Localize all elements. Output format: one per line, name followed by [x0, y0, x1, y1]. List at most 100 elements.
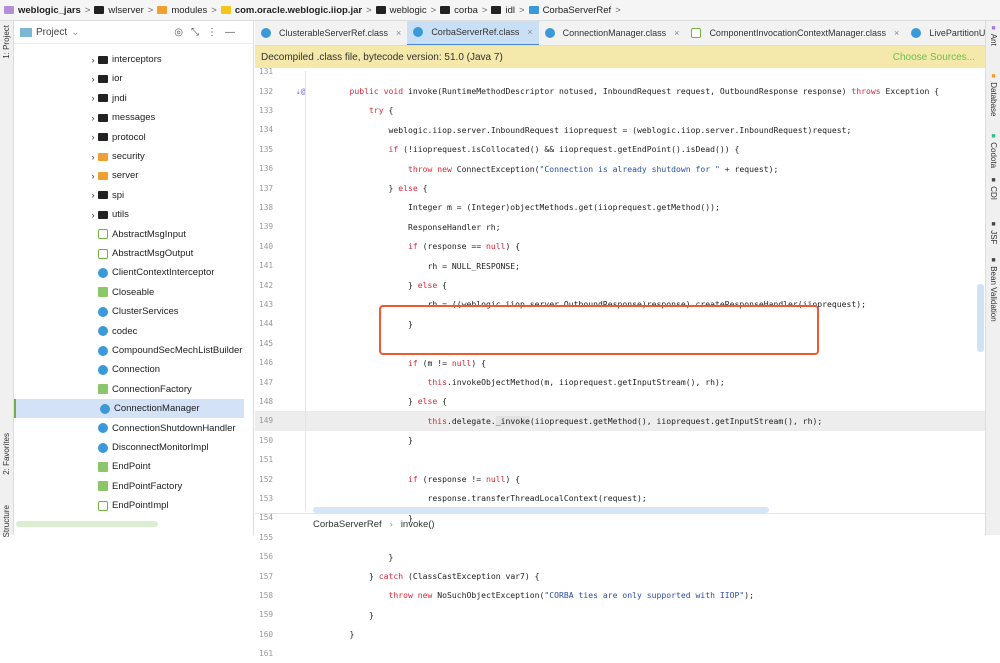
code-token: ) { — [505, 474, 521, 485]
tree-item[interactable]: ClusterServices — [14, 302, 244, 321]
cdi-icon: ■ — [990, 177, 997, 184]
breadcrumb-item[interactable]: CorbaServerRef — [528, 5, 611, 16]
project-horizontal-scrollbar[interactable] — [16, 521, 158, 527]
chevron-right-icon[interactable]: › — [88, 74, 98, 84]
editor-horizontal-scrollbar[interactable] — [313, 507, 769, 513]
favorites-tool-button[interactable]: 2: Favorites — [2, 433, 11, 475]
chevron-right-icon[interactable]: › — [88, 190, 98, 200]
breadcrumb-item[interactable]: weblogic_jars — [4, 5, 81, 16]
tree-item[interactable]: › server — [14, 166, 244, 185]
editor-tab[interactable]: ConnectionManager.class × — [539, 21, 686, 45]
code-line: 149 this.delegate._invoke(iioprequest.ge… — [255, 411, 985, 431]
editor-vertical-scrollbar[interactable] — [977, 284, 984, 352]
code-token: null — [451, 357, 472, 368]
project-view-selector[interactable]: Project — [36, 27, 67, 38]
chevron-right-icon[interactable]: › — [88, 171, 98, 181]
code-line: 138 Integer m = (Integer)objectMethods.g… — [255, 198, 985, 217]
tree-item-label: EndPoint — [112, 461, 151, 473]
breadcrumb-item[interactable]: modules — [157, 5, 207, 16]
code-token: (response == — [422, 241, 486, 252]
project-panel-header: Project ⌄ ◎⤡⋮— — [14, 21, 253, 44]
tree-item[interactable]: ConnectionManager — [14, 399, 244, 419]
tree-item[interactable]: › security — [14, 147, 244, 166]
editor-tab[interactable]: ClusterableServerRef.class × — [255, 21, 407, 45]
choose-sources-link[interactable]: Choose Sources... — [893, 52, 975, 63]
tree-item[interactable]: codec — [14, 322, 244, 341]
folder-icon — [98, 113, 108, 122]
tree-item-label: ClusterServices — [112, 306, 179, 318]
tool-window-button[interactable]: ■ Bean Validation — [989, 257, 998, 322]
close-icon[interactable]: × — [396, 28, 401, 38]
editor-tab[interactable]: ComponentInvocationContextManager.class × — [685, 21, 905, 45]
code-line: 158 throw new NoSuchObjectException("COR… — [255, 586, 985, 605]
chevron-down-icon[interactable]: ⌄ — [71, 27, 79, 38]
tree-item[interactable]: › ior — [14, 69, 244, 88]
code-token: invoke(RuntimeMethodDescriptor notused, … — [407, 86, 852, 97]
tree-item[interactable]: › interceptors — [14, 50, 244, 69]
chevron-right-icon[interactable]: › — [88, 55, 98, 65]
interface-icon — [98, 461, 108, 472]
tree-item[interactable]: EndPointFactory — [14, 477, 244, 496]
breadcrumb-item[interactable]: com.oracle.weblogic.iiop.jar — [220, 5, 362, 16]
tree-item[interactable]: AbstractMsgOutput — [14, 244, 244, 263]
panel-toolbar-icons[interactable]: ◎⤡⋮— — [174, 27, 243, 38]
chevron-right-icon: > — [147, 4, 154, 16]
close-icon[interactable]: × — [527, 27, 532, 37]
class-file-icon — [544, 28, 555, 38]
project-tool-button[interactable]: 1: Project — [2, 25, 11, 59]
tree-item[interactable]: DisconnectMonitorImpl — [14, 438, 244, 457]
tree-item[interactable]: ConnectionFactory — [14, 380, 244, 399]
code-token: { — [442, 280, 447, 291]
tool-window-label: Bean Validation — [989, 264, 998, 322]
class-file-icon — [413, 27, 424, 37]
editor-tab[interactable]: CorbaServerRef.class × — [407, 21, 539, 45]
breadcrumb-item[interactable]: wlserver — [94, 5, 144, 16]
tool-window-button[interactable]: ■ Database — [989, 73, 998, 116]
breadcrumb-item[interactable]: idl — [491, 5, 515, 16]
breadcrumb-class[interactable]: CorbaServerRef — [313, 519, 382, 530]
tree-item[interactable]: EndPointImpl — [14, 496, 244, 515]
ant-icon: ■ — [990, 25, 997, 32]
code-line: 156 } — [255, 547, 985, 566]
tree-item[interactable]: › messages — [14, 108, 244, 127]
chevron-right-icon[interactable]: › — [88, 210, 98, 220]
structure-tool-button[interactable]: Structure — [2, 505, 11, 537]
tree-item[interactable]: ClientContextInterceptor — [14, 263, 244, 282]
line-number: 133 — [259, 105, 274, 115]
tool-window-button[interactable]: ■ Codota — [989, 133, 998, 168]
chevron-right-icon[interactable]: › — [88, 93, 98, 103]
tree-item[interactable]: › protocol — [14, 128, 244, 147]
editor-tab[interactable]: LivePartitionUtility.class× — [905, 21, 985, 45]
breadcrumb-item[interactable]: corba — [440, 5, 478, 16]
tree-item[interactable]: ConnectionShutdownHandler — [14, 419, 244, 438]
chevron-right-icon[interactable]: › — [88, 113, 98, 123]
tree-item[interactable]: AbstractMsgInput — [14, 225, 244, 244]
tree-item[interactable]: EndPoint — [14, 457, 244, 476]
class-icon — [100, 403, 110, 414]
tree-item[interactable]: › jndi — [14, 89, 244, 108]
chevron-right-icon: > — [84, 4, 91, 16]
close-icon[interactable]: × — [894, 28, 899, 38]
code-token: if — [407, 474, 423, 485]
tree-item[interactable]: › spi — [14, 186, 244, 205]
editor-breadcrumb: CorbaServerRef › invoke() — [255, 513, 985, 535]
tool-window-button[interactable]: ■ JSF — [989, 221, 998, 244]
line-number: 157 — [259, 571, 274, 581]
tree-item[interactable]: CompoundSecMechListBuilder — [14, 341, 244, 360]
class-icon — [98, 423, 108, 434]
tree-item[interactable]: Closeable — [14, 283, 244, 302]
tool-window-button[interactable]: ■ Ant — [989, 25, 998, 46]
tree-item[interactable]: › utils — [14, 205, 244, 224]
code-token: null — [485, 241, 506, 252]
breadcrumb-item[interactable]: weblogic — [375, 5, 427, 16]
chevron-right-icon[interactable]: › — [88, 132, 98, 142]
chevron-right-icon[interactable]: › — [88, 152, 98, 162]
breadcrumb-method[interactable]: invoke() — [401, 519, 435, 530]
breadcrumb-label: modules — [171, 4, 208, 16]
close-icon[interactable]: × — [674, 28, 679, 38]
tree-item[interactable]: Connection — [14, 360, 244, 379]
class-file-icon — [911, 28, 922, 38]
tool-window-button[interactable]: ■ CDI — [989, 177, 998, 200]
code-line: 161 — [255, 644, 985, 663]
code-token: } — [388, 183, 399, 194]
